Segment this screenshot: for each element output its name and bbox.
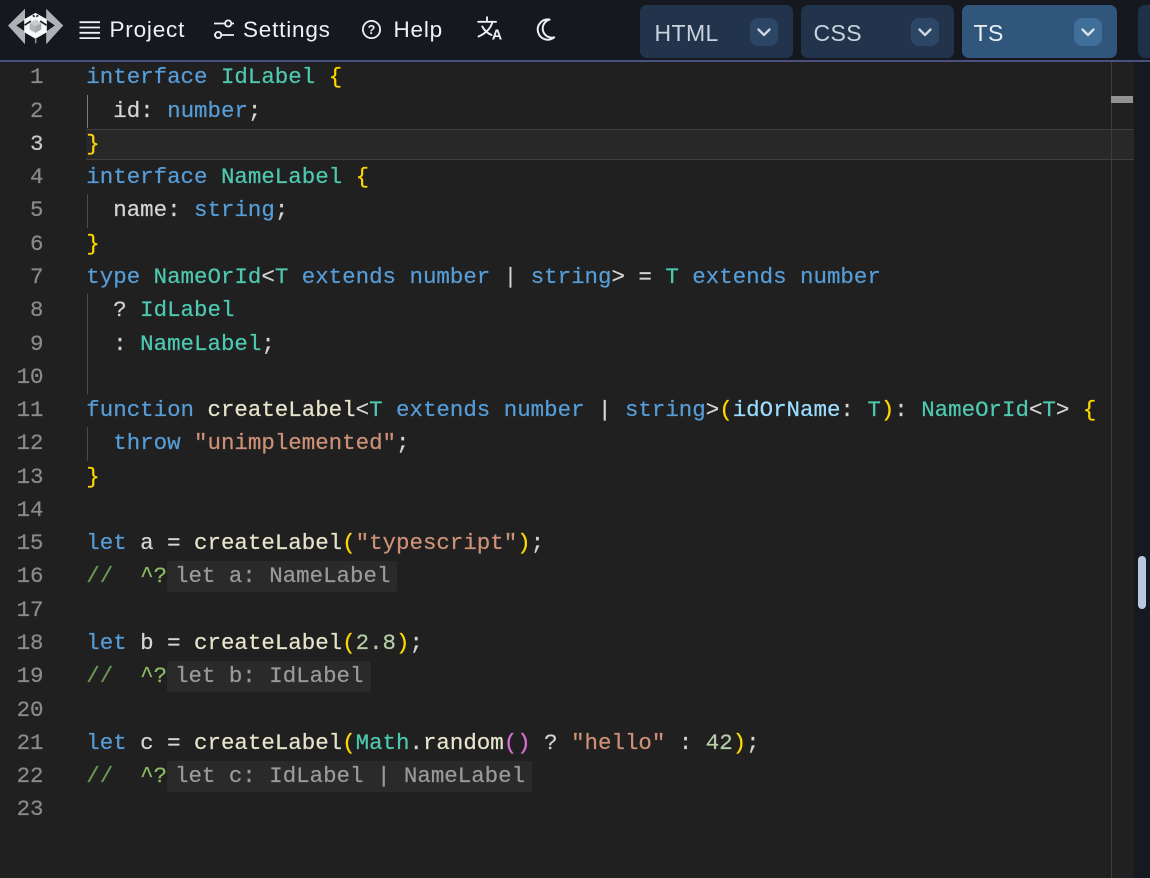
svg-text:A: A — [492, 28, 503, 43]
svg-text:?: ? — [368, 23, 376, 37]
